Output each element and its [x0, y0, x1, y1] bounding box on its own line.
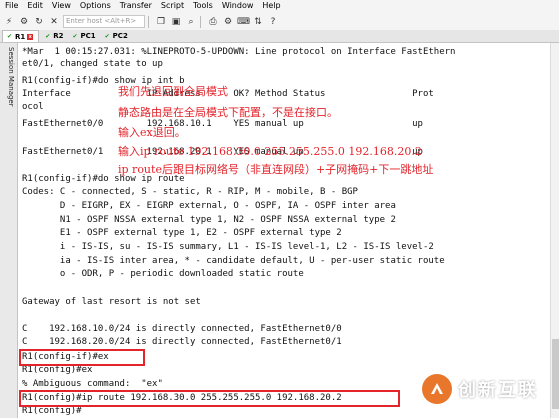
- menu-options[interactable]: Options: [75, 0, 115, 13]
- check-icon: ✔: [72, 32, 78, 40]
- tab-label: PC2: [112, 32, 128, 40]
- terminal-line: et0/1, changed state to up: [22, 59, 163, 69]
- terminal-line: R1(config)#: [22, 406, 82, 416]
- terminal-line: ocol: [22, 102, 44, 112]
- check-icon: ✔: [104, 32, 110, 40]
- check-icon: ✔: [6, 33, 13, 40]
- toolbar-divider: [200, 15, 201, 28]
- toolbar: ⚡ ⚙ ↻ ✕ Enter host <Alt+R> ❐ ▣ ⌕ ⎙ ⚙ ⌨ ⇅…: [0, 13, 559, 30]
- session-tabs: ✔ R1 x ✔ R2 ✔ PC1 ✔ PC2: [0, 30, 559, 43]
- logo-text: 创新互联: [458, 380, 538, 401]
- tab-label: R2: [53, 32, 64, 40]
- check-icon: ✔: [45, 32, 51, 40]
- tab-pc1[interactable]: ✔ PC1: [69, 31, 99, 42]
- settings-icon[interactable]: ⚙: [222, 16, 234, 28]
- copy-icon[interactable]: ❐: [155, 16, 167, 28]
- highlight-ip-route-command: [19, 390, 400, 407]
- disconnect-icon[interactable]: ✕: [48, 16, 60, 28]
- watermark-logo: 创新互联: [422, 366, 554, 412]
- menu-bar: File Edit View Options Transfer Script T…: [0, 0, 559, 14]
- close-icon[interactable]: x: [27, 33, 34, 40]
- terminal-line: N1 - OSPF NSSA external type 1, N2 - OSP…: [22, 215, 396, 225]
- terminal-line: C 192.168.10.0/24 is directly connected,…: [22, 324, 342, 334]
- host-input[interactable]: Enter host <Alt+R>: [63, 15, 145, 28]
- find-icon[interactable]: ⌕: [185, 16, 197, 28]
- terminal-line: i - IS-IS, su - IS-IS summary, L1 - IS-I…: [22, 242, 434, 252]
- menu-file[interactable]: File: [0, 0, 22, 13]
- annotation-static-route-note: 静态路由是在全局模式下配置，不是在接口。: [118, 106, 338, 119]
- tab-label: PC1: [80, 32, 96, 40]
- print-icon[interactable]: ⎙: [207, 16, 219, 28]
- terminal-line: Gateway of last resort is not set: [22, 297, 201, 307]
- toolbar-divider: [148, 15, 149, 28]
- annotation-type-ex: 输入ex退回。: [118, 126, 186, 139]
- paste-icon[interactable]: ▣: [170, 16, 182, 28]
- terminal-line: ia - IS-IS inter area, * - candidate def…: [22, 256, 445, 266]
- sftp-icon[interactable]: ⇅: [252, 16, 264, 28]
- quick-connect-icon[interactable]: ⚙: [18, 16, 30, 28]
- highlight-exit-command: [19, 349, 145, 366]
- terminal-line: Codes: C - connected, S - static, R - RI…: [22, 187, 358, 197]
- connect-icon[interactable]: ⚡: [3, 16, 15, 28]
- tab-r1[interactable]: ✔ R1 x: [2, 30, 40, 42]
- menu-help[interactable]: Help: [257, 0, 284, 13]
- annotation-ip-route-syntax: ip route后跟目标网络号（非直连网段）+子网掩码+下一跳地址: [118, 163, 434, 176]
- terminal-line: FastEthernet0/0 192.168.10.1 YES manual …: [22, 119, 423, 129]
- tab-label: R1: [15, 32, 26, 41]
- menu-window[interactable]: Window: [217, 0, 258, 13]
- session-manager-label: Session Manager: [7, 47, 15, 107]
- terminal-scrollbar[interactable]: [550, 43, 559, 418]
- terminal-line: o - ODR, P - periodic downloaded static …: [22, 269, 304, 279]
- keymap-icon[interactable]: ⌨: [237, 16, 250, 28]
- terminal-line: *Mar 1 00:15:27.031: %LINEPROTO-5-UPDOWN…: [22, 47, 456, 57]
- session-manager-panel[interactable]: Session Manager: [0, 43, 18, 418]
- terminal-line: % Ambiguous command: "ex": [22, 379, 163, 389]
- tab-r2[interactable]: ✔ R2: [41, 31, 66, 42]
- annotation-type-ip-route: 输入ip route 192.168.30.0 255.255.255.0 19…: [118, 145, 422, 158]
- menu-edit[interactable]: Edit: [22, 0, 47, 13]
- menu-script[interactable]: Script: [156, 0, 188, 13]
- menu-tools[interactable]: Tools: [188, 0, 217, 13]
- terminal-line: E1 - OSPF external type 1, E2 - OSPF ext…: [22, 228, 342, 238]
- help-icon[interactable]: ?: [267, 16, 279, 28]
- menu-transfer[interactable]: Transfer: [115, 0, 156, 13]
- terminal-line: D - EIGRP, EX - EIGRP external, O - OSPF…: [22, 201, 396, 211]
- tab-pc2[interactable]: ✔ PC2: [101, 31, 131, 42]
- annotation-exit-to-global: 我们先退回到全局模式: [118, 85, 228, 98]
- menu-view[interactable]: View: [47, 0, 75, 13]
- terminal-line: C 192.168.20.0/24 is directly connected,…: [22, 337, 342, 347]
- reconnect-icon[interactable]: ↻: [33, 16, 45, 28]
- terminal-line: R1(config)#ex: [22, 365, 93, 375]
- logo-icon: [422, 374, 452, 404]
